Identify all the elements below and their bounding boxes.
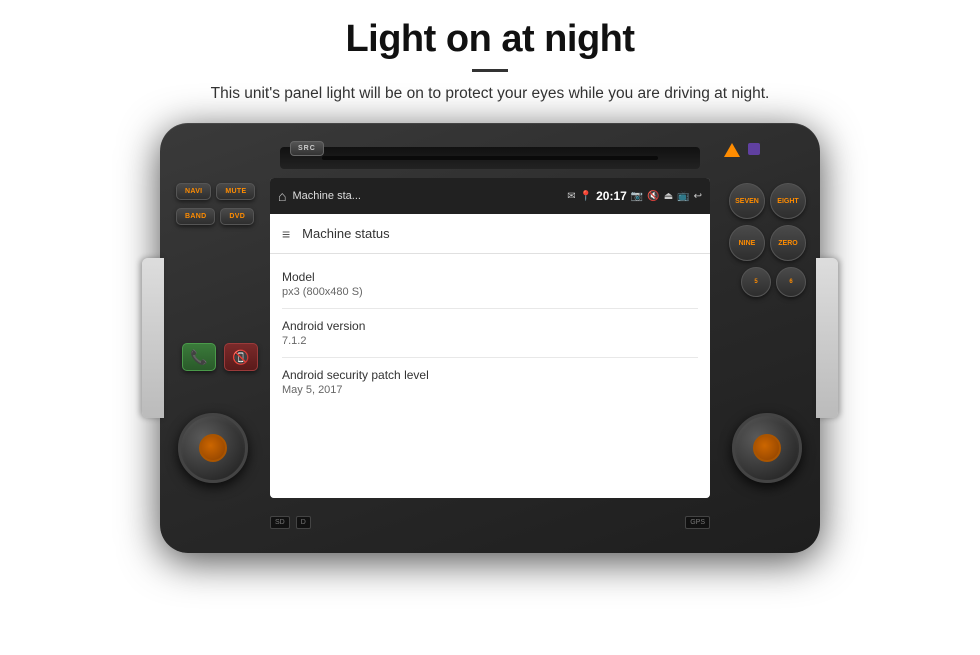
gps-label: GPS xyxy=(685,516,710,529)
page-header: Light on at night This unit's panel ligh… xyxy=(0,0,980,115)
band-button[interactable]: BAND xyxy=(176,208,215,225)
status-app-name: Machine sta... xyxy=(292,190,561,202)
app-content: ≡ Machine status Model px3 (800x480 S) A… xyxy=(270,214,710,498)
call-end-button[interactable]: 📵 xyxy=(224,343,258,371)
purple-indicator xyxy=(748,143,760,155)
model-value: px3 (800x480 S) xyxy=(282,286,698,298)
src-button[interactable]: SRC xyxy=(290,141,324,156)
navi-button[interactable]: NAVI xyxy=(176,183,211,200)
status-row-security-patch: Android security patch level May 5, 2017 xyxy=(282,358,698,406)
device-body: SRC NAVI MUTE BAND DVD 📞 📵 xyxy=(160,123,820,553)
bracket-left xyxy=(142,258,164,418)
back-icon[interactable]: ↩ xyxy=(694,191,702,202)
status-time: 20:17 xyxy=(596,189,627,203)
call-accept-button[interactable]: 📞 xyxy=(182,343,216,371)
page-subtitle: This unit's panel light will be on to pr… xyxy=(60,82,920,105)
message-icon: ✉ xyxy=(567,191,575,202)
btn-group-band-dvd: BAND DVD xyxy=(176,208,255,225)
status-icons: ✉ 📍 20:17 📷 🔇 ⏏ 📺 ↩ xyxy=(567,189,702,203)
android-version-value: 7.1.2 xyxy=(282,335,698,347)
nine-button[interactable]: NINE xyxy=(729,225,765,261)
status-row-model: Model px3 (800x480 S) xyxy=(282,260,698,309)
mute-button[interactable]: MUTE xyxy=(216,183,255,200)
dvd-button[interactable]: DVD xyxy=(220,208,254,225)
sd-area: SD D xyxy=(270,516,311,529)
sd-label: SD xyxy=(270,516,290,529)
app-toolbar: ≡ Machine status xyxy=(270,214,710,254)
cd-slot xyxy=(322,156,658,160)
cast-icon: 📺 xyxy=(677,191,689,202)
right-btn-row-1: SEVEN EIGHT xyxy=(729,183,806,219)
page-title: Light on at night xyxy=(60,18,920,61)
menu-icon[interactable]: ≡ xyxy=(282,226,290,242)
title-divider xyxy=(472,69,508,72)
toolbar-title: Machine status xyxy=(302,226,389,241)
location-icon: 📍 xyxy=(580,191,592,202)
security-patch-value: May 5, 2017 xyxy=(282,384,698,396)
alert-triangle-icon xyxy=(724,143,740,157)
status-row-android-version: Android version 7.1.2 xyxy=(282,309,698,358)
knob-right[interactable] xyxy=(732,413,802,483)
right-btn-row-2: NINE ZERO xyxy=(729,225,806,261)
phone-buttons: 📞 📵 xyxy=(182,343,258,371)
camera-icon: 📷 xyxy=(631,191,643,202)
volume-icon: 🔇 xyxy=(647,191,659,202)
zero-button[interactable]: ZERO xyxy=(770,225,806,261)
eight-button[interactable]: EIGHT xyxy=(770,183,806,219)
seven-button[interactable]: SEVEN xyxy=(729,183,765,219)
machine-status-content: Model px3 (800x480 S) Android version 7.… xyxy=(270,254,710,412)
security-patch-label: Android security patch level xyxy=(282,368,698,382)
android-version-label: Android version xyxy=(282,319,698,333)
six-button[interactable]: 6 xyxy=(776,267,806,297)
android-status-bar: ⌂ Machine sta... ✉ 📍 20:17 📷 🔇 ⏏ 📺 ↩ xyxy=(270,178,710,214)
cd-slot-area xyxy=(280,147,700,169)
knob-left[interactable] xyxy=(178,413,248,483)
screen: ⌂ Machine sta... ✉ 📍 20:17 📷 🔇 ⏏ 📺 ↩ xyxy=(270,178,710,498)
knob-right-center xyxy=(753,434,781,462)
device-wrapper: SRC NAVI MUTE BAND DVD 📞 📵 xyxy=(0,123,980,553)
d-label: D xyxy=(296,516,311,529)
right-btn-row-3: 5 6 xyxy=(729,267,806,297)
right-buttons: SEVEN EIGHT NINE ZERO 5 6 xyxy=(729,183,806,297)
eject-icon: ⏏ xyxy=(664,191,673,202)
five-button[interactable]: 5 xyxy=(741,267,771,297)
gps-area: GPS xyxy=(685,516,710,529)
car-unit: SRC NAVI MUTE BAND DVD 📞 📵 xyxy=(160,123,820,553)
left-buttons: NAVI MUTE BAND DVD xyxy=(176,183,255,227)
bracket-right xyxy=(816,258,838,418)
knob-left-center xyxy=(199,434,227,462)
model-label: Model xyxy=(282,270,698,284)
home-icon[interactable]: ⌂ xyxy=(278,188,286,204)
btn-group-navi-mute: NAVI MUTE xyxy=(176,183,255,200)
